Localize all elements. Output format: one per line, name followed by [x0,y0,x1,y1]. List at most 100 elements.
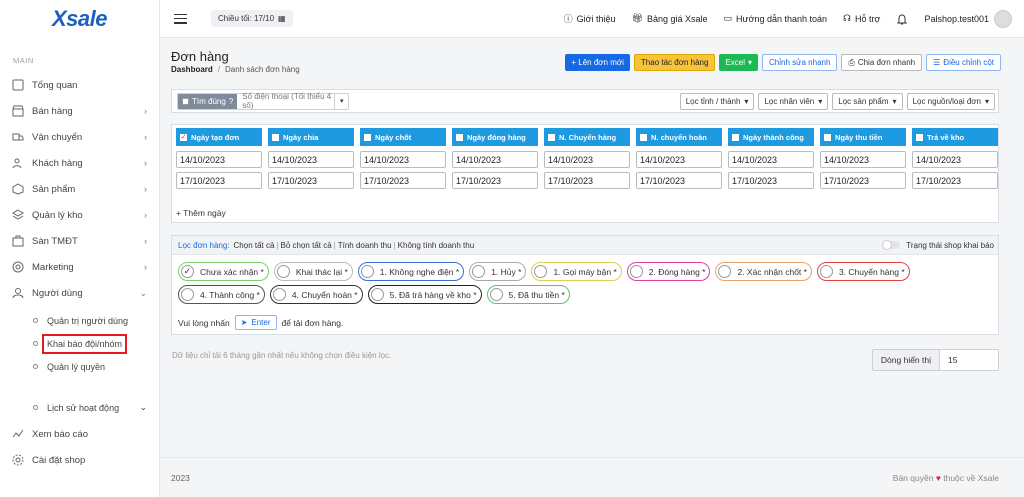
checkbox[interactable] [824,133,831,141]
date-from-input[interactable]: 14/10/2023 [636,151,722,168]
enter-button[interactable]: ➤ Enter [234,315,277,330]
payment-guide-link[interactable]: ▭ Hướng dẫn thanh toán [724,13,828,24]
calc-revenue-link[interactable]: Tính doanh thu [338,241,392,250]
date-from-input[interactable]: 14/10/2023 [452,151,538,168]
date-to-input[interactable]: 17/10/2023 [176,172,262,189]
deselect-all-link[interactable]: Bỏ chọn tất cả [281,241,332,250]
phone-input[interactable]: Số điện thoại (Tối thiểu 4 số) [237,92,334,110]
date-to-input[interactable]: 17/10/2023 [728,172,814,189]
status-pill[interactable]: 4. Chuyển hoàn * [269,285,363,304]
date-to-input[interactable]: 17/10/2023 [636,172,722,189]
breadcrumb-root[interactable]: Dashboard [171,65,213,74]
status-pill[interactable]: 5. Đã trả hàng về kho * [367,285,482,304]
checkbox[interactable] [364,133,371,141]
date-column-header[interactable]: ✓ Ngày tạo đơn [176,128,262,146]
rows-input[interactable]: 15 [940,350,998,370]
date-column-header[interactable]: N. Chuyển hàng [544,128,630,146]
product-filter[interactable]: Lọc sản phẩm ▾ [832,92,903,110]
sidebar-item-shipping[interactable]: Vận chuyển › [0,124,159,150]
checkbox[interactable] [548,133,555,141]
date-from-input[interactable]: 14/10/2023 [268,151,354,168]
checkbox[interactable] [916,133,923,141]
date-column-header[interactable]: Ngày thành công [728,128,814,146]
sidebar-item-users[interactable]: Người dùng ⌄ [0,280,159,306]
headset-icon: ☊ [843,13,852,23]
date-to-input[interactable]: 17/10/2023 [912,172,998,189]
no-revenue-link[interactable]: Không tính doanh thu [398,241,475,250]
date-to-input[interactable]: 17/10/2023 [544,172,630,189]
support-link[interactable]: ☊ Hỗ trợ [843,13,880,24]
status-pill[interactable]: 1. Không nghe điện * [357,262,465,281]
date-to-input[interactable]: 17/10/2023 [268,172,354,189]
status-pill[interactable]: ✓ Chưa xác nhận * [178,262,269,281]
date-from-input[interactable]: 14/10/2023 [820,151,906,168]
quick-split-button[interactable]: ⎙ Chia đơn nhanh [841,54,923,71]
checkbox[interactable] [732,133,739,141]
excel-button[interactable]: Excel ▾ [719,54,759,71]
date-from-input[interactable]: 14/10/2023 [912,151,998,168]
status-pill[interactable]: Khai thác lại * [273,262,353,281]
sidebar-item-sales[interactable]: Bán hàng › [0,98,159,124]
status-pill[interactable]: 1. Gọi máy bận * [531,262,622,281]
menu-icon[interactable] [174,13,187,24]
date-column-header[interactable]: Ngày chia [268,128,354,146]
sidebar-item-ecommerce[interactable]: Sàn TMĐT › [0,228,159,254]
adjust-columns-button[interactable]: ☰ Điều chỉnh cột [926,54,1001,71]
exact-match-toggle[interactable]: Tìm đúng? [178,93,238,109]
sidebar-item-customers[interactable]: Khách hàng › [0,150,159,176]
logo[interactable]: Xsale [0,0,159,38]
date-from-input[interactable]: 14/10/2023 [360,151,446,168]
status-pill[interactable]: 2. Đóng hàng * [626,262,711,281]
checkbox[interactable] [272,133,279,141]
intro-link[interactable]: ⓘ Giới thiệu [564,12,616,25]
sidebar-subitem-permissions[interactable]: Quản lý quyền [0,355,159,378]
date-column-header[interactable]: Ngày đóng hàng [452,128,538,146]
sidebar-item-label: Sàn TMĐT [32,235,78,247]
status-pill[interactable]: 5. Đã thu tiền * [486,285,570,304]
user-menu[interactable]: Palshop.test001 [924,9,1012,28]
date-column-header[interactable]: Ngày chốt [360,128,446,146]
date-column-header[interactable]: N. chuyển hoàn [636,128,722,146]
sidebar-item-shop-settings[interactable]: Cài đặt shop [0,447,159,473]
date-from-input[interactable]: 14/10/2023 [728,151,814,168]
date-to-input[interactable]: 17/10/2023 [452,172,538,189]
date-column-header[interactable]: Trả về kho [912,128,998,146]
select-all-link[interactable]: Chọn tất cả [234,241,275,250]
source-filter[interactable]: Lọc nguồn/loại đơn ▾ [906,92,995,110]
sidebar-item-dashboard[interactable]: Tổng quan [0,72,159,98]
username: Palshop.test001 [924,13,989,24]
sidebar-item-products[interactable]: Sản phẩm › [0,176,159,202]
date-from-input[interactable]: 14/10/2023 [544,151,630,168]
sidebar-item-marketing[interactable]: Marketing › [0,254,159,280]
order-ops-button[interactable]: Thao tác đơn hàng [633,54,716,71]
sidebar-subitem-user-admin[interactable]: Quản trị người dùng [0,309,159,332]
status-pill[interactable]: 4. Thành công * [178,285,265,304]
sidebar-item-warehouse[interactable]: Quản lý kho › [0,202,159,228]
pricing-link[interactable]: 🎁︎ Bảng giá Xsale [632,13,708,24]
date-to-input[interactable]: 17/10/2023 [360,172,446,189]
sidebar-item-history[interactable]: Lịch sử hoạt động ⌄ [0,396,159,419]
status-pill[interactable]: 1. Hủy * [469,262,527,281]
chevron-down-icon[interactable]: ▾ [334,93,348,109]
shop-status-toggle[interactable]: Trạng thái shop khai báo [882,240,994,250]
new-order-button[interactable]: + Lên đơn mới [565,54,630,71]
cutoff-badge[interactable]: Chiều tối: 17/10 ▦ [211,10,293,27]
checkbox[interactable] [456,133,463,141]
sidebar-item-reports[interactable]: Xem báo cáo [0,421,159,447]
sidebar-subitem-team[interactable]: Khai báo đội/nhóm [0,332,159,355]
staff-filter[interactable]: Lọc nhân viên ▾ [758,92,829,110]
toggle-switch[interactable] [882,240,901,250]
status-pill[interactable]: 3. Chuyển hàng * [816,262,910,281]
status-pill[interactable]: 2. Xác nhận chốt * [715,262,812,281]
date-from-input[interactable]: 14/10/2023 [176,151,262,168]
date-column-header[interactable]: Ngày thu tiền [820,128,906,146]
bell-icon[interactable] [896,13,908,25]
quick-edit-button[interactable]: Chỉnh sửa nhanh [762,54,838,71]
checkbox[interactable]: ✓ [180,133,187,141]
date-to-input[interactable]: 17/10/2023 [820,172,906,189]
layers-icon [12,209,24,220]
checkbox[interactable] [640,133,647,141]
checkbox[interactable] [182,97,189,105]
add-day-link[interactable]: + Thêm ngày [176,208,226,218]
province-filter[interactable]: Lọc tỉnh / thành ▾ [679,92,755,110]
